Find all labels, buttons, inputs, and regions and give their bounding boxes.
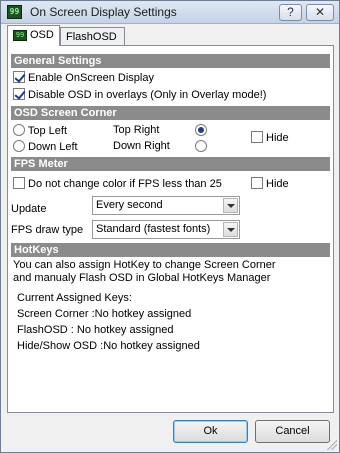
title-bar[interactable]: 99 On Screen Display Settings ? ✕	[1, 1, 339, 24]
radio-down-right[interactable]	[195, 140, 207, 153]
help-button[interactable]: ?	[279, 4, 302, 21]
enable-osd-check-icon	[13, 71, 25, 83]
window-title: On Screen Display Settings	[30, 5, 177, 19]
osd-icon: 99	[13, 29, 27, 41]
draw-type-select[interactable]: Standard (fastest fonts)	[92, 220, 240, 239]
radio-down-left-icon	[13, 140, 25, 152]
ok-button[interactable]: Ok	[173, 420, 248, 443]
update-select-value: Every second	[96, 199, 163, 211]
radio-top-right-icon	[195, 124, 207, 136]
chevron-down-icon[interactable]	[223, 198, 238, 213]
corner-hide-label: Hide	[266, 132, 289, 144]
general-settings-heading: General Settings	[11, 54, 330, 68]
update-label: Update	[11, 203, 47, 215]
radio-top-left[interactable]: Top Left	[13, 124, 67, 137]
no-color-change-label: Do not change color if FPS less than 25	[28, 178, 222, 190]
screen-corner-heading: OSD Screen Corner	[11, 106, 330, 120]
radio-down-right-icon	[195, 140, 207, 152]
corner-hide-check-icon	[251, 131, 263, 143]
close-button[interactable]: ✕	[306, 4, 334, 21]
tab-osd-label: OSD	[30, 29, 54, 41]
radio-top-right[interactable]	[195, 124, 207, 137]
osd-panel: General Settings Enable OnScreen Display…	[7, 45, 334, 413]
assigned-keys-title: Current Assigned Keys:	[17, 292, 132, 304]
hotkeys-info-line2: and manualy Flash OSD in Global HotKeys …	[13, 272, 271, 284]
no-color-change-check-icon	[13, 177, 25, 189]
hotkeys-heading: HotKeys	[11, 243, 330, 257]
disable-overlays-checkbox[interactable]: Disable OSD in overlays (Only in Overlay…	[13, 88, 266, 101]
radio-top-left-label: Top Left	[27, 125, 67, 137]
hotkeys-info-line1: You can also assign HotKey to change Scr…	[13, 259, 276, 271]
enable-osd-checkbox[interactable]: Enable OnScreen Display	[13, 71, 154, 84]
fps-hide-checkbox[interactable]: Hide	[251, 177, 289, 190]
tab-flashosd-label: FlashOSD	[66, 31, 117, 43]
hotkey-hide-show: Hide/Show OSD :No hotkey assigned	[17, 340, 200, 352]
no-color-change-checkbox[interactable]: Do not change color if FPS less than 25	[13, 177, 222, 190]
tab-flashosd[interactable]: FlashOSD	[60, 27, 125, 45]
enable-osd-label: Enable OnScreen Display	[28, 72, 154, 84]
app-icon: 99	[7, 5, 22, 19]
down-right-label: Down Right	[113, 140, 170, 152]
settings-window: 99 On Screen Display Settings ? ✕ 99 OSD …	[0, 0, 340, 453]
hotkey-screen-corner: Screen Corner :No hotkey assigned	[17, 308, 192, 320]
top-right-label: Top Right	[113, 124, 160, 136]
draw-type-label: FPS draw type	[11, 224, 84, 236]
cancel-button[interactable]: Cancel	[255, 420, 330, 443]
fps-hide-check-icon	[251, 177, 263, 189]
corner-hide-checkbox[interactable]: Hide	[251, 131, 289, 144]
disable-overlays-check-icon	[13, 88, 25, 100]
radio-down-left[interactable]: Down Left	[13, 140, 78, 153]
fps-hide-label: Hide	[266, 178, 289, 190]
fps-meter-heading: FPS Meter	[11, 157, 330, 171]
radio-top-left-icon	[13, 124, 25, 136]
tab-osd[interactable]: 99 OSD	[7, 25, 60, 46]
update-select[interactable]: Every second	[92, 196, 240, 215]
disable-overlays-label: Disable OSD in overlays (Only in Overlay…	[28, 89, 267, 101]
radio-down-left-label: Down Left	[28, 141, 78, 153]
chevron-down-icon[interactable]	[223, 222, 238, 237]
hotkey-flashosd: FlashOSD : No hotkey assigned	[17, 324, 174, 336]
resize-grip[interactable]	[327, 440, 337, 450]
draw-type-select-value: Standard (fastest fonts)	[96, 223, 211, 235]
